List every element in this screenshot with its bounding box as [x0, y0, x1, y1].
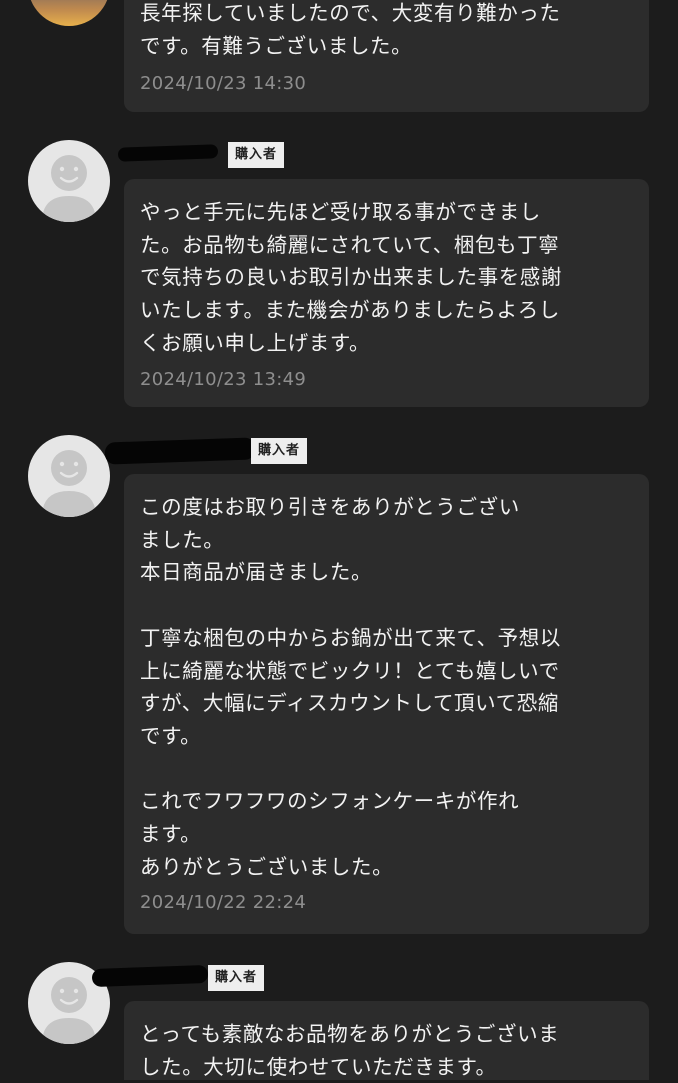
review-page: { "reviews": [ { "badge": "", "message":… [0, 0, 678, 1080]
reviewer-name-row: 購入者 [112, 140, 312, 170]
user-photo-avatar[interactable] [28, 0, 110, 26]
redacted-username [104, 437, 256, 465]
review-timestamp: 2024/10/23 13:49 [140, 368, 307, 390]
review-message: やっと手元に先ほど受け取る事ができまし た。お品物も綺麗にされていて、梱包も丁寧… [140, 200, 562, 355]
review-timestamp: 2024/10/23 14:30 [140, 73, 307, 95]
buyer-badge: 購入者 [251, 438, 308, 464]
review-bubble: 長年探していましたので、大変有り難かった です。有難うございました。 2024/… [124, 0, 649, 112]
review-bubble: とっても素敵なお品物をありがとうございま した。大切に使わせていただきます。 [124, 1001, 649, 1080]
review-bubble: やっと手元に先ほど受け取る事ができまし た。お品物も綺麗にされていて、梱包も丁寧… [124, 179, 649, 407]
reviewer-name-row: 購入者 [104, 436, 325, 466]
buyer-badge: 購入者 [208, 965, 265, 991]
redacted-username [117, 144, 219, 162]
reviewer-name-row: 購入者 [91, 963, 292, 993]
review-message: 長年探していましたので、大変有り難かった です。有難うございました。 [140, 1, 561, 58]
review-message: この度はお取り引きをありがとうござい ました。 本日商品が届きました。 丁寧な梱… [140, 495, 561, 879]
default-user-avatar-icon[interactable] [28, 435, 110, 517]
review-message: とっても素敵なお品物をありがとうございま した。大切に使わせていただきます。 [140, 1022, 560, 1079]
redacted-username [91, 964, 209, 988]
review-timestamp: 2024/10/22 22:24 [140, 892, 307, 914]
default-user-avatar-icon[interactable] [28, 140, 110, 222]
review-bubble: この度はお取り引きをありがとうござい ました。 本日商品が届きました。 丁寧な梱… [124, 474, 649, 934]
buyer-badge: 購入者 [228, 142, 285, 168]
